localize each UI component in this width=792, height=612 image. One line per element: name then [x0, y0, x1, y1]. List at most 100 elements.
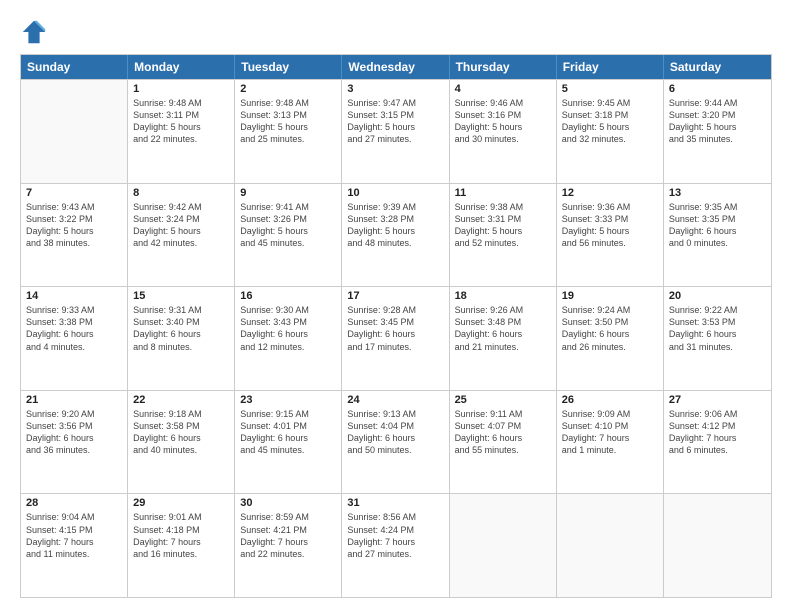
cell-line: Sunset: 4:24 PM — [347, 524, 443, 536]
cell-line: Daylight: 7 hours — [26, 536, 122, 548]
cell-line: and 0 minutes. — [669, 237, 766, 249]
cell-line: Daylight: 7 hours — [133, 536, 229, 548]
cell-line: Sunset: 4:18 PM — [133, 524, 229, 536]
day-number: 1 — [133, 83, 229, 95]
cell-line: and 56 minutes. — [562, 237, 658, 249]
cell-line: Daylight: 5 hours — [133, 121, 229, 133]
cal-week-4: 28Sunrise: 9:04 AMSunset: 4:15 PMDayligh… — [21, 493, 771, 597]
cell-line: Daylight: 6 hours — [455, 328, 551, 340]
cell-line: and 55 minutes. — [455, 444, 551, 456]
day-number: 17 — [347, 290, 443, 302]
cell-line: Sunset: 3:53 PM — [669, 316, 766, 328]
cell-line: Sunset: 3:11 PM — [133, 109, 229, 121]
cal-cell: 23Sunrise: 9:15 AMSunset: 4:01 PMDayligh… — [235, 391, 342, 494]
day-number: 7 — [26, 187, 122, 199]
day-number: 27 — [669, 394, 766, 406]
cal-cell — [557, 494, 664, 597]
cell-line: Sunset: 3:58 PM — [133, 420, 229, 432]
cal-cell: 13Sunrise: 9:35 AMSunset: 3:35 PMDayligh… — [664, 184, 771, 287]
day-number: 20 — [669, 290, 766, 302]
cell-line: Sunset: 3:43 PM — [240, 316, 336, 328]
day-number: 4 — [455, 83, 551, 95]
cell-line: Daylight: 7 hours — [669, 432, 766, 444]
cal-cell: 30Sunrise: 8:59 AMSunset: 4:21 PMDayligh… — [235, 494, 342, 597]
cal-cell: 24Sunrise: 9:13 AMSunset: 4:04 PMDayligh… — [342, 391, 449, 494]
cell-line: Sunrise: 9:22 AM — [669, 304, 766, 316]
cal-cell: 2 Sunrise: 9:48 AMSunset: 3:13 PMDaylight… — [235, 80, 342, 183]
cell-line: Sunrise: 9:11 AM — [455, 408, 551, 420]
cell-line: Sunset: 3:40 PM — [133, 316, 229, 328]
cell-line: Daylight: 6 hours — [240, 328, 336, 340]
cal-cell: 4Sunrise: 9:46 AMSunset: 3:16 PMDaylight… — [450, 80, 557, 183]
cell-line: Daylight: 6 hours — [347, 328, 443, 340]
cal-cell: 10Sunrise: 9:39 AMSunset: 3:28 PMDayligh… — [342, 184, 449, 287]
cell-line: Sunset: 4:07 PM — [455, 420, 551, 432]
cal-cell: 31Sunrise: 8:56 AMSunset: 4:24 PMDayligh… — [342, 494, 449, 597]
cell-line: Sunrise: 9:39 AM — [347, 201, 443, 213]
cell-line: and 16 minutes. — [133, 548, 229, 560]
cell-line: Sunset: 3:48 PM — [455, 316, 551, 328]
cell-line: Sunrise: 9:13 AM — [347, 408, 443, 420]
day-number: 10 — [347, 187, 443, 199]
day-number: 15 — [133, 290, 229, 302]
logo — [20, 18, 52, 46]
logo-icon — [20, 18, 48, 46]
cell-line: Sunrise: 9:38 AM — [455, 201, 551, 213]
cell-line: and 31 minutes. — [669, 341, 766, 353]
cell-line: Sunrise: 9:41 AM — [240, 201, 336, 213]
cal-header-cell-sunday: Sunday — [21, 55, 128, 79]
cell-line: Sunset: 3:45 PM — [347, 316, 443, 328]
cell-line: Sunrise: 9:09 AM — [562, 408, 658, 420]
day-number: 2 — [240, 83, 336, 95]
cell-line: Sunset: 4:21 PM — [240, 524, 336, 536]
cell-line: and 48 minutes. — [347, 237, 443, 249]
page: SundayMondayTuesdayWednesdayThursdayFrid… — [0, 0, 792, 612]
cell-line: Sunrise: 9:48 AM — [240, 97, 336, 109]
cell-line: Sunrise: 9:35 AM — [669, 201, 766, 213]
cell-line: Sunrise: 8:59 AM — [240, 511, 336, 523]
cell-line: Daylight: 7 hours — [240, 536, 336, 548]
cal-cell: 7Sunrise: 9:43 AMSunset: 3:22 PMDaylight… — [21, 184, 128, 287]
cell-line: Sunrise: 9:31 AM — [133, 304, 229, 316]
cal-cell: 12Sunrise: 9:36 AMSunset: 3:33 PMDayligh… — [557, 184, 664, 287]
cell-line: Daylight: 6 hours — [455, 432, 551, 444]
cell-line: and 42 minutes. — [133, 237, 229, 249]
cell-line: Sunrise: 9:24 AM — [562, 304, 658, 316]
cell-line: and 8 minutes. — [133, 341, 229, 353]
cell-line: Sunrise: 8:56 AM — [347, 511, 443, 523]
cal-header-cell-tuesday: Tuesday — [235, 55, 342, 79]
cell-line: and 50 minutes. — [347, 444, 443, 456]
cell-line: Daylight: 6 hours — [26, 432, 122, 444]
cal-cell: 25Sunrise: 9:11 AMSunset: 4:07 PMDayligh… — [450, 391, 557, 494]
cell-line: Sunset: 3:31 PM — [455, 213, 551, 225]
day-number: 22 — [133, 394, 229, 406]
cell-line: Sunset: 3:24 PM — [133, 213, 229, 225]
cell-line: and 11 minutes. — [26, 548, 122, 560]
day-number: 11 — [455, 187, 551, 199]
cell-line: Sunset: 4:04 PM — [347, 420, 443, 432]
cell-line: and 27 minutes. — [347, 548, 443, 560]
cell-line: Sunset: 3:13 PM — [240, 109, 336, 121]
cell-line: and 52 minutes. — [455, 237, 551, 249]
cell-line: Daylight: 5 hours — [562, 225, 658, 237]
header — [20, 18, 772, 46]
cell-line: and 27 minutes. — [347, 133, 443, 145]
cell-line: and 45 minutes. — [240, 444, 336, 456]
cal-cell: 17Sunrise: 9:28 AMSunset: 3:45 PMDayligh… — [342, 287, 449, 390]
cal-cell: 27Sunrise: 9:06 AMSunset: 4:12 PMDayligh… — [664, 391, 771, 494]
cell-line: and 30 minutes. — [455, 133, 551, 145]
cell-line: Daylight: 5 hours — [240, 121, 336, 133]
cell-line: Daylight: 6 hours — [562, 328, 658, 340]
day-number: 18 — [455, 290, 551, 302]
cal-cell: 15Sunrise: 9:31 AMSunset: 3:40 PMDayligh… — [128, 287, 235, 390]
cell-line: Sunset: 3:16 PM — [455, 109, 551, 121]
cell-line: Daylight: 6 hours — [26, 328, 122, 340]
cell-line: Sunrise: 9:06 AM — [669, 408, 766, 420]
cal-cell: 18Sunrise: 9:26 AMSunset: 3:48 PMDayligh… — [450, 287, 557, 390]
cell-line: Sunrise: 9:20 AM — [26, 408, 122, 420]
cell-line: Daylight: 7 hours — [347, 536, 443, 548]
day-number: 19 — [562, 290, 658, 302]
day-number: 14 — [26, 290, 122, 302]
cell-line: Daylight: 6 hours — [133, 432, 229, 444]
cal-cell: 6Sunrise: 9:44 AMSunset: 3:20 PMDaylight… — [664, 80, 771, 183]
